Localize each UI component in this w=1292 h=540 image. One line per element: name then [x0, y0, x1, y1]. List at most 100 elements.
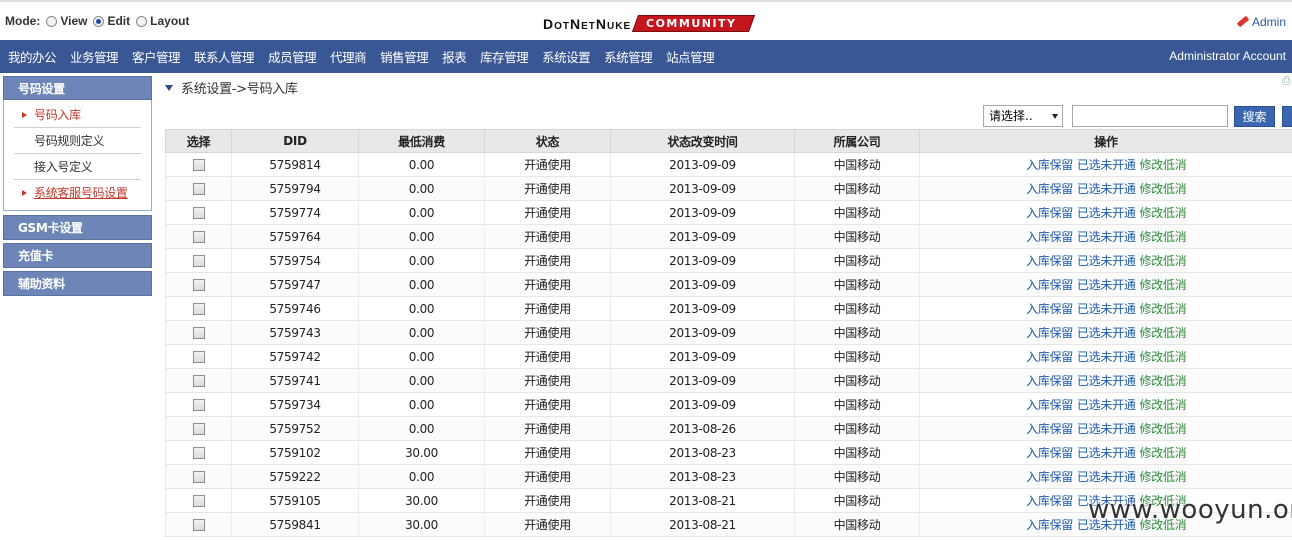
table-row: 5759743 0.00 开通使用 2013-09-09 中国移动 入库保留 已选未开通 修改… — [165, 320, 1292, 345]
mode-layout-radio[interactable] — [136, 15, 148, 27]
row-checkbox[interactable] — [192, 303, 205, 315]
sidebar-item[interactable]: 系统客服号码设置 — [14, 180, 141, 206]
nav-item[interactable]: 成员管理 — [261, 47, 323, 66]
row-checkbox[interactable] — [192, 471, 205, 483]
nav-item[interactable]: 系统设置 — [535, 47, 597, 66]
row-checkbox[interactable] — [192, 351, 205, 363]
row-checkbox[interactable] — [192, 423, 205, 435]
reserve-link[interactable]: 入库保留 — [1026, 230, 1073, 244]
sidebar-section-recharge[interactable]: 充值卡 — [3, 243, 152, 268]
row-checkbox[interactable] — [192, 207, 205, 219]
selected-not-open-link[interactable]: 已选未开通 — [1077, 422, 1136, 436]
edit-min-fee-link[interactable]: 修改低消 — [1140, 326, 1187, 340]
reserve-link[interactable]: 入库保留 — [1026, 326, 1073, 340]
row-checkbox[interactable] — [192, 519, 205, 531]
mode-layout-option[interactable]: Layout — [136, 14, 189, 28]
row-checkbox[interactable] — [192, 447, 205, 459]
row-checkbox[interactable] — [192, 183, 205, 195]
selected-not-open-link[interactable]: 已选未开通 — [1077, 302, 1136, 316]
edit-min-fee-link[interactable]: 修改低消 — [1140, 470, 1187, 484]
row-checkbox[interactable] — [192, 255, 205, 267]
edit-min-fee-link[interactable]: 修改低消 — [1140, 278, 1187, 292]
edit-min-fee-link[interactable]: 修改低消 — [1140, 422, 1187, 436]
nav-item[interactable]: 联系人管理 — [187, 47, 261, 66]
nav-item[interactable]: 库存管理 — [473, 47, 535, 66]
selected-not-open-link[interactable]: 已选未开通 — [1077, 470, 1136, 484]
sidebar-section-gsm[interactable]: GSM卡设置 — [3, 215, 152, 240]
edit-min-fee-link[interactable]: 修改低消 — [1140, 206, 1187, 220]
selected-not-open-link[interactable]: 已选未开通 — [1077, 326, 1136, 340]
sidebar-section-aux[interactable]: 辅助资料 — [3, 271, 152, 296]
dotnetnuke-logo[interactable]: DotNetNuke COMMUNITY — [543, 15, 755, 32]
sidebar-item[interactable]: 号码入库 — [14, 102, 141, 128]
reserve-link[interactable]: 入库保留 — [1026, 182, 1073, 196]
search-input[interactable] — [1072, 105, 1228, 127]
edit-min-fee-link[interactable]: 修改低消 — [1140, 302, 1187, 316]
mode-edit-option[interactable]: Edit — [93, 14, 130, 28]
edit-min-fee-link[interactable]: 修改低消 — [1140, 446, 1187, 460]
reserve-link[interactable]: 入库保留 — [1026, 350, 1073, 364]
reserve-link[interactable]: 入库保留 — [1026, 494, 1073, 508]
selected-not-open-link[interactable]: 已选未开通 — [1077, 374, 1136, 388]
sidebar-item[interactable]: 接入号定义 — [14, 154, 141, 180]
reserve-link[interactable]: 入库保留 — [1026, 470, 1073, 484]
edit-min-fee-link[interactable]: 修改低消 — [1140, 254, 1187, 268]
row-checkbox[interactable] — [192, 159, 205, 171]
row-checkbox[interactable] — [192, 279, 205, 291]
reserve-link[interactable]: 入库保留 — [1026, 158, 1073, 172]
reserve-link[interactable]: 入库保留 — [1026, 518, 1073, 532]
reserve-link[interactable]: 入库保留 — [1026, 446, 1073, 460]
selected-not-open-link[interactable]: 已选未开通 — [1077, 278, 1136, 292]
selected-not-open-link[interactable]: 已选未开通 — [1077, 206, 1136, 220]
nav-item[interactable]: 站点管理 — [659, 47, 721, 66]
reserve-link[interactable]: 入库保留 — [1026, 422, 1073, 436]
company-cell: 中国移动 — [794, 296, 920, 321]
row-checkbox[interactable] — [192, 399, 205, 411]
chevron-down-icon — [1052, 114, 1058, 119]
selected-not-open-link[interactable]: 已选未开通 — [1077, 182, 1136, 196]
print-icon[interactable]: ⎙ — [1282, 74, 1292, 88]
selected-not-open-link[interactable]: 已选未开通 — [1077, 158, 1136, 172]
nav-item[interactable]: 业务管理 — [63, 47, 125, 66]
search-button[interactable]: 搜索 — [1234, 106, 1275, 127]
row-checkbox[interactable] — [192, 375, 205, 387]
selected-not-open-link[interactable]: 已选未开通 — [1077, 398, 1136, 412]
nav-item[interactable]: 报表 — [435, 47, 473, 66]
filter-select[interactable]: 请选择.. — [983, 105, 1063, 127]
edit-min-fee-link[interactable]: 修改低消 — [1140, 158, 1187, 172]
edit-min-fee-link[interactable]: 修改低消 — [1140, 398, 1187, 412]
nav-item[interactable]: 销售管理 — [373, 47, 435, 66]
reserve-link[interactable]: 入库保留 — [1026, 254, 1073, 268]
reserve-link[interactable]: 入库保留 — [1026, 206, 1073, 220]
mode-view-radio[interactable] — [46, 15, 58, 27]
row-checkbox[interactable] — [192, 327, 205, 339]
nav-item[interactable]: 代理商 — [323, 47, 373, 66]
account-link[interactable]: Administrator Account — [1169, 49, 1286, 63]
main-nav: 我的办公 业务管理 客户管理 联系人管理 成员管理 代理商 销售管理 报表 库存管理 系统设置 系统… — [0, 40, 1292, 73]
selected-not-open-link[interactable]: 已选未开通 — [1077, 230, 1136, 244]
edit-min-fee-link[interactable]: 修改低消 — [1140, 374, 1187, 388]
mode-view-option[interactable]: View — [46, 14, 87, 28]
nav-item[interactable]: 系统管理 — [597, 47, 659, 66]
selected-not-open-link[interactable]: 已选未开通 — [1077, 350, 1136, 364]
reserve-link[interactable]: 入库保留 — [1026, 374, 1073, 388]
nav-item[interactable]: 客户管理 — [125, 47, 187, 66]
edit-min-fee-link[interactable]: 修改低消 — [1140, 182, 1187, 196]
edit-min-fee-link[interactable]: 修改低消 — [1140, 350, 1187, 364]
extra-button[interactable] — [1282, 106, 1292, 127]
sidebar-section-number-settings[interactable]: 号码设置 — [3, 76, 152, 100]
admin-link[interactable]: Admin — [1235, 15, 1286, 29]
row-checkbox[interactable] — [192, 495, 205, 507]
selected-not-open-link[interactable]: 已选未开通 — [1077, 446, 1136, 460]
collapse-triangle-icon[interactable] — [165, 84, 173, 91]
mode-edit-radio[interactable] — [93, 15, 105, 27]
edit-min-fee-link[interactable]: 修改低消 — [1140, 230, 1187, 244]
status-time-cell: 2013-09-09 — [610, 224, 795, 249]
reserve-link[interactable]: 入库保留 — [1026, 278, 1073, 292]
nav-item[interactable]: 我的办公 — [0, 47, 63, 66]
sidebar-item[interactable]: 号码规则定义 — [14, 128, 141, 154]
selected-not-open-link[interactable]: 已选未开通 — [1077, 254, 1136, 268]
reserve-link[interactable]: 入库保留 — [1026, 302, 1073, 316]
reserve-link[interactable]: 入库保留 — [1026, 398, 1073, 412]
row-checkbox[interactable] — [192, 231, 205, 243]
